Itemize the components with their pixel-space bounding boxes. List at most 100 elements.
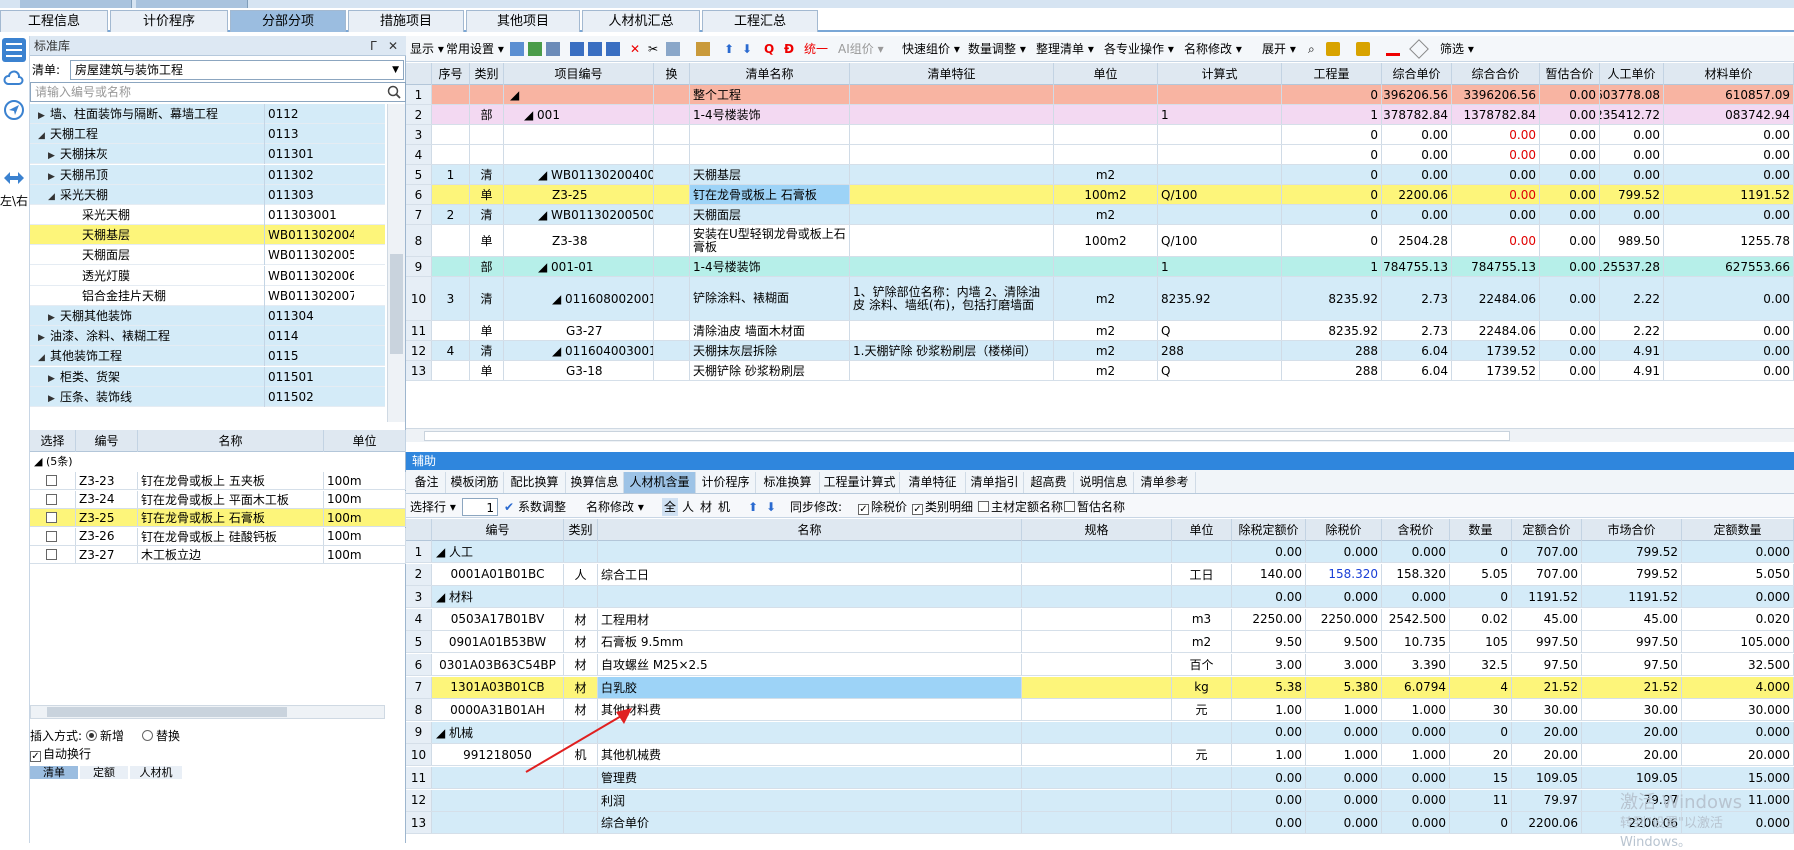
tree-item[interactable]: 天棚基层 WB011302004 — [30, 225, 385, 246]
tree-scrollbar[interactable] — [387, 104, 405, 422]
main-cell-est[interactable]: 0.00 — [1540, 85, 1600, 104]
filter-labor[interactable]: 人 — [682, 498, 694, 516]
main-cell-n[interactable]: 6 — [406, 185, 432, 204]
main-cell-name[interactable]: 铲除涂料、裱糊面 — [690, 277, 850, 320]
main-cell-formula[interactable]: Q — [1158, 321, 1282, 340]
res-col-header[interactable]: 规格 — [1022, 519, 1172, 541]
res-cell-p1[interactable]: 3.00 — [1232, 654, 1306, 675]
main-cell-formula[interactable]: 8235.92 — [1158, 277, 1282, 320]
main-cell-swap[interactable] — [654, 257, 690, 276]
main-cell-qty[interactable]: 0 — [1282, 125, 1382, 144]
main-cell-swap[interactable] — [654, 341, 690, 360]
res-cell-name[interactable]: 综合单价 — [598, 812, 1022, 834]
res-cell-code[interactable]: ◢ 材料 — [432, 586, 564, 608]
main-col-header[interactable]: 单位 — [1054, 63, 1158, 85]
est-name-checkbox[interactable]: 暂估名称 — [1064, 498, 1125, 516]
tab-project-info[interactable]: 工程信息 — [0, 10, 108, 32]
res-cell-name[interactable]: 其他材料费 — [598, 699, 1022, 721]
aux-tab[interactable]: 模板闭筋 — [446, 472, 504, 493]
quota-checkbox[interactable] — [30, 472, 76, 489]
res-cell-q[interactable]: 32.5 — [1450, 654, 1512, 675]
aux-tab[interactable]: 人材机含量 — [624, 472, 696, 493]
main-col-header[interactable]: 材料单价 — [1664, 63, 1794, 85]
res-cell-p1[interactable]: 5.38 — [1232, 676, 1306, 698]
res-cell-q[interactable]: 0.02 — [1450, 608, 1512, 630]
main-cell-name[interactable] — [690, 145, 850, 164]
res-cell-unit[interactable] — [1172, 721, 1232, 743]
main-grid-row[interactable]: 4 0 0.00 0.00 0.00 0.00 0.00 — [406, 145, 1794, 165]
res-cell-dq[interactable]: 105.000 — [1682, 631, 1794, 653]
main-cell-swap[interactable] — [654, 125, 690, 144]
res-cell-n[interactable]: 4 — [406, 608, 432, 630]
res-cell-n[interactable]: 5 — [406, 631, 432, 653]
main-cell-up[interactable]: 0.00 — [1382, 165, 1452, 184]
main-cell-name[interactable]: 1-4号楼装饰 — [690, 257, 850, 276]
paste-icon[interactable] — [546, 42, 560, 56]
main-cell-tp[interactable]: 784755.13 — [1452, 257, 1540, 276]
main-cell-n[interactable]: 2 — [406, 105, 432, 124]
main-cell-type[interactable]: 清 — [470, 277, 504, 320]
tab-other-items[interactable]: 其他项目 — [466, 10, 580, 32]
main-cell-up[interactable]: 6.04 — [1382, 361, 1452, 380]
main-cell-feature[interactable] — [850, 185, 1054, 204]
res-cell-n[interactable]: 7 — [406, 676, 432, 698]
res-cell-t1[interactable]: 21.52 — [1512, 676, 1582, 698]
tree-item[interactable]: ▶ 压条、装饰线 011502 — [30, 386, 385, 407]
res-cell-code[interactable]: ◢ 人工 — [432, 541, 564, 562]
res-cell-p3[interactable]: 0.000 — [1382, 721, 1450, 743]
main-grid-row[interactable]: 12 4 清 ◢ 011604003001 天棚抹灰层拆除 1.天棚铲除 砂浆粉刷层（楼梯… — [406, 341, 1794, 361]
main-cell-code[interactable]: ◢ — [504, 85, 654, 104]
res-cell-p3[interactable]: 10.735 — [1382, 631, 1450, 653]
main-cell-unit[interactable] — [1054, 125, 1158, 144]
main-cell-formula[interactable] — [1158, 145, 1282, 164]
tree-expand-icon[interactable]: ▶ — [48, 308, 60, 328]
main-cell-seq[interactable] — [432, 105, 470, 124]
main-cell-n[interactable]: 10 — [406, 277, 432, 320]
res-cell-p3[interactable]: 0.000 — [1382, 541, 1450, 562]
main-cell-est[interactable]: 0.00 — [1540, 225, 1600, 256]
fill-color-icon[interactable] — [1386, 42, 1400, 56]
aux-tab[interactable]: 计价程序 — [696, 472, 756, 493]
tab-sub-items[interactable]: 分部分项 — [230, 10, 346, 32]
main-cell-feature[interactable] — [850, 361, 1054, 380]
main-cell-swap[interactable] — [654, 105, 690, 124]
main-cell-up[interactable]: 784755.13 — [1382, 257, 1452, 276]
res-cell-p2[interactable]: 1.000 — [1306, 744, 1382, 766]
tree-item[interactable]: 铝合金挂片天棚 WB011302007 — [30, 285, 385, 306]
main-cell-swap[interactable] — [654, 85, 690, 104]
res-cell-p1[interactable]: 0.00 — [1232, 586, 1306, 608]
res-cell-p1[interactable]: 0.00 — [1232, 721, 1306, 743]
res-cell-q[interactable]: 0 — [1450, 586, 1512, 608]
main-cell-lab[interactable]: 0.00 — [1600, 205, 1664, 224]
main-cell-seq[interactable] — [432, 145, 470, 164]
res-col-header[interactable]: 名称 — [598, 519, 1022, 541]
res-cell-p3[interactable]: 2542.500 — [1382, 608, 1450, 630]
main-cell-formula[interactable]: Q/100 — [1158, 185, 1282, 204]
res-cell-spec[interactable] — [1022, 767, 1172, 788]
res-cell-type[interactable]: 材 — [564, 676, 598, 698]
main-cell-up[interactable]: 2.73 — [1382, 277, 1452, 320]
main-cell-qty[interactable]: 8235.92 — [1282, 277, 1382, 320]
main-cell-unit[interactable]: m2 — [1054, 321, 1158, 340]
res-cell-spec[interactable] — [1022, 789, 1172, 811]
main-grid-row[interactable]: 11 单 G3-27 清除油皮 墙面木材面 m2 Q 8235.92 2.73 22484.06… — [406, 321, 1794, 341]
main-cell-seq[interactable] — [432, 85, 470, 104]
aux-tab[interactable]: 换算信息 — [566, 472, 624, 493]
main-cell-name[interactable] — [690, 125, 850, 144]
main-cell-tp[interactable]: 3396206.56 — [1452, 85, 1540, 104]
main-cell-tp[interactable]: 1739.52 — [1452, 361, 1540, 380]
main-cell-est[interactable]: 0.00 — [1540, 257, 1600, 276]
main-grid-row[interactable]: 1 ◢ 整个工程 0 3396206.56 3396206.56 0.00 603778.08… — [406, 85, 1794, 105]
res-cell-t2[interactable]: 799.52 — [1582, 563, 1682, 585]
res-cell-spec[interactable] — [1022, 608, 1172, 630]
res-cell-n[interactable]: 1 — [406, 541, 432, 562]
main-col-header[interactable]: 人工单价 — [1600, 63, 1664, 85]
tree-item[interactable]: 透光灯膜 WB011302006 — [30, 265, 385, 286]
main-col-header[interactable]: 计算式 — [1158, 63, 1282, 85]
res-col-header[interactable]: 除税价 — [1306, 519, 1382, 541]
tree-item[interactable]: 天棚面层 WB011302005 — [30, 245, 385, 266]
main-h-scrollbar[interactable] — [406, 428, 1794, 442]
main-cell-type[interactable]: 部 — [470, 105, 504, 124]
main-grid-row[interactable]: 2 部 ◢ 001 1-4号楼装饰 1 1 1378782.84 1378782.84 0.00… — [406, 105, 1794, 125]
res-cell-q[interactable]: 4 — [1450, 676, 1512, 698]
